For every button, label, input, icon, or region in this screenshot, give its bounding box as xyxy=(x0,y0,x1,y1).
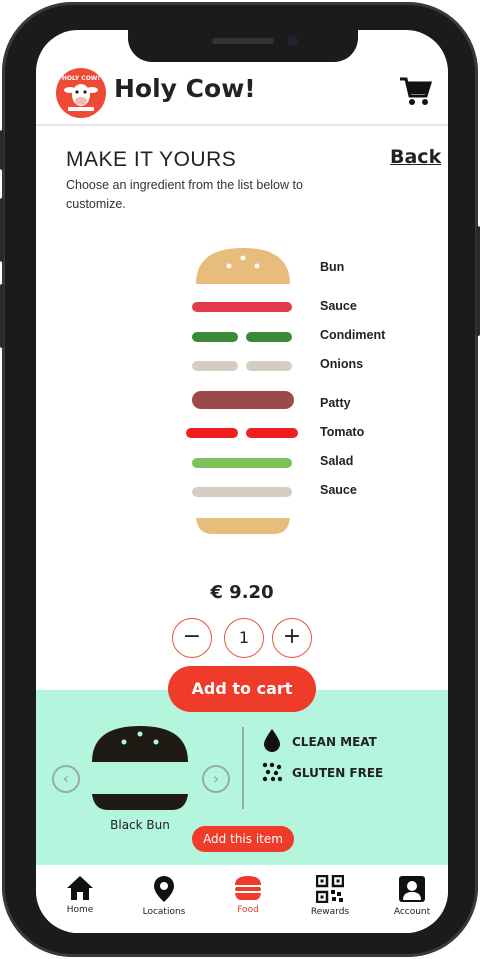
phone-frame: HOLY COW! Holy Cow! MAKE IT YOURS Back C… xyxy=(0,2,480,957)
layer-bottom-bun[interactable] xyxy=(194,516,292,536)
chevron-right-icon: › xyxy=(212,769,220,788)
volume-up-button xyxy=(0,198,4,262)
feature-gluten-free: GLUTEN FREE xyxy=(292,766,384,780)
location-pin-icon xyxy=(154,876,174,902)
burger-builder: Bun Sauce Condiment Onions Patty Tomato … xyxy=(36,30,448,550)
layer-label-onions: Onions xyxy=(320,357,364,371)
tab-account-label: Account xyxy=(393,907,431,917)
volume-down-button xyxy=(0,284,4,348)
screen: HOLY COW! Holy Cow! MAKE IT YOURS Back C… xyxy=(36,30,448,933)
tab-rewards-label: Rewards xyxy=(310,907,350,917)
layer-label-tomato: Tomato xyxy=(320,425,365,439)
layer-label-salad: Salad xyxy=(320,454,354,468)
drop-icon xyxy=(264,729,280,752)
dots-icon xyxy=(262,762,282,782)
layer-salad[interactable] xyxy=(192,458,292,468)
tab-food-label: Food xyxy=(237,905,259,915)
layer-tomato[interactable] xyxy=(186,428,298,438)
black-bun-image xyxy=(92,726,188,810)
price-label: € 9.20 xyxy=(210,582,274,603)
tab-home[interactable]: Home xyxy=(50,875,110,915)
mute-switch xyxy=(0,130,4,170)
layer-label-sauce: Sauce xyxy=(320,299,357,313)
chevron-left-icon: ‹ xyxy=(62,769,70,788)
previous-item-button[interactable]: ‹ xyxy=(52,765,80,793)
tab-home-label: Home xyxy=(66,905,94,915)
tab-account[interactable]: Account xyxy=(382,875,442,917)
tab-locations-label: Locations xyxy=(142,907,186,917)
burger-icon xyxy=(235,876,261,900)
add-this-item-button[interactable]: Add this item xyxy=(192,826,294,852)
bottom-tab-bar: Home Locations Food Rewards Account xyxy=(36,865,448,933)
layer-sauce[interactable] xyxy=(192,302,292,312)
layer-condiment[interactable] xyxy=(192,332,292,342)
quantity-value: 1 xyxy=(224,618,264,658)
home-icon xyxy=(67,876,93,900)
increase-quantity-button[interactable]: + xyxy=(272,618,312,658)
layer-bun[interactable] xyxy=(194,246,292,286)
feature-clean-meat: CLEAN MEAT xyxy=(292,735,377,749)
layer-label-condiment: Condiment xyxy=(320,328,386,342)
decrease-quantity-button[interactable]: − xyxy=(172,618,212,658)
power-button xyxy=(476,226,480,336)
selector-divider xyxy=(242,727,244,809)
selected-item-name: Black Bun xyxy=(110,818,170,832)
account-icon xyxy=(399,876,425,902)
layer-sauce-2[interactable] xyxy=(192,487,292,497)
tab-rewards[interactable]: Rewards xyxy=(300,875,360,917)
layer-label-bun: Bun xyxy=(320,260,345,274)
layer-label-sauce-2: Sauce xyxy=(320,483,357,497)
layer-label-patty: Patty xyxy=(320,396,351,410)
layer-patty[interactable] xyxy=(192,391,294,409)
add-to-cart-button[interactable]: Add to cart xyxy=(168,666,316,712)
qr-code-icon xyxy=(316,875,344,903)
next-item-button[interactable]: › xyxy=(202,765,230,793)
layer-onions[interactable] xyxy=(192,361,292,371)
tab-locations[interactable]: Locations xyxy=(134,875,194,917)
tab-food[interactable]: Food xyxy=(218,875,278,915)
